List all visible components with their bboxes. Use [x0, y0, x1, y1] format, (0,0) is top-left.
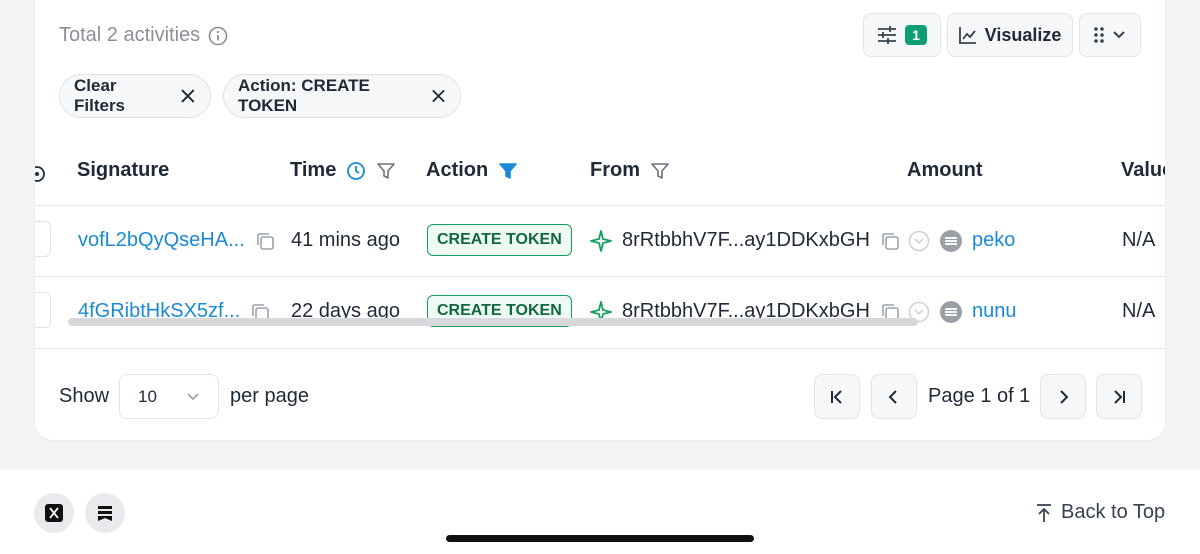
- pagination-bar: Show 10 per page Page 1 of 1: [35, 348, 1165, 419]
- table-row: vofL2bQyQseHA... 41 mins ago CREATE TOKE…: [35, 207, 1165, 277]
- col-signature: Signature: [77, 159, 170, 181]
- amount-cell: peko: [908, 229, 1015, 252]
- col-from: From: [590, 159, 670, 182]
- chevron-right-icon: [1060, 389, 1069, 404]
- sliders-icon: [878, 26, 897, 44]
- copy-icon[interactable]: [255, 231, 275, 251]
- show-label: Show: [59, 385, 110, 407]
- total-activities-label: Total 2 activities: [59, 24, 201, 46]
- signature-link[interactable]: vofL2bQyQseHA...: [78, 229, 245, 252]
- page-footer: Back to Top: [0, 470, 1200, 554]
- value-cell: N/A: [1122, 300, 1156, 322]
- docs-icon: [98, 506, 112, 521]
- row-expand-button[interactable]: [35, 292, 51, 328]
- home-indicator: [446, 535, 754, 542]
- page-indicator: Page 1 of 1: [928, 385, 1031, 407]
- per-page-select[interactable]: 10: [119, 374, 219, 419]
- from-cell: 8rRtbbhV7F...ay1DDKxbGH: [590, 229, 900, 252]
- filter-icon[interactable]: [650, 161, 670, 181]
- sparkle-icon: [590, 229, 612, 252]
- per-page-value: 10: [138, 386, 157, 406]
- table-row: 4fGRibtHkSX5zf... 22 days ago CREATE TOK…: [35, 278, 1165, 348]
- per-page-label: per page: [230, 385, 309, 407]
- chart-icon: [958, 27, 976, 44]
- signature-cell: vofL2bQyQseHA...: [78, 229, 275, 252]
- visualize-button[interactable]: Visualize: [947, 13, 1073, 57]
- close-icon[interactable]: [431, 88, 446, 104]
- x-social-button[interactable]: [34, 493, 74, 533]
- close-icon: [181, 89, 195, 103]
- clear-filters-label: Clear Filters: [74, 76, 126, 115]
- filter-count-badge: 1: [905, 25, 927, 45]
- back-to-top-link[interactable]: Back to Top: [1035, 501, 1165, 524]
- horizontal-scrollbar[interactable]: [68, 318, 918, 326]
- filter-icon[interactable]: [376, 161, 396, 181]
- action-cell: CREATE TOKEN: [427, 224, 572, 256]
- token-link[interactable]: nunu: [972, 300, 1017, 323]
- amount-cell: nunu: [908, 300, 1017, 323]
- filter-settings-button[interactable]: 1: [863, 13, 941, 57]
- col-time: Time: [290, 159, 396, 182]
- chevron-down-icon: [1113, 31, 1125, 39]
- back-to-top-label: Back to Top: [1061, 501, 1166, 523]
- prev-page-button[interactable]: [871, 374, 917, 419]
- chevron-circle-icon: [908, 230, 930, 251]
- col-amount: Amount: [907, 159, 983, 181]
- table-header: Signature Time Action From Amount Value: [35, 140, 1165, 206]
- arrow-up-icon: [1037, 503, 1051, 522]
- eye-icon: [35, 166, 45, 182]
- copy-icon[interactable]: [880, 231, 900, 251]
- first-page-button[interactable]: [814, 374, 860, 419]
- total-activities: Total 2 activities: [59, 24, 228, 47]
- first-page-icon: [831, 389, 842, 404]
- clock-icon[interactable]: [346, 161, 366, 181]
- action-filter-chip[interactable]: Action: CREATE TOKEN: [223, 74, 461, 118]
- visualize-label: Visualize: [984, 24, 1062, 45]
- from-address[interactable]: 8rRtbbhV7F...ay1DDKxbGH: [622, 229, 870, 252]
- grip-icon: [1094, 27, 1104, 43]
- token-link[interactable]: peko: [972, 229, 1015, 252]
- activities-toolbar: Total 2 activities 1 Visualize: [59, 8, 1141, 58]
- time-cell: 41 mins ago: [291, 229, 400, 251]
- action-tag: CREATE TOKEN: [427, 224, 572, 256]
- token-icon: [940, 300, 962, 323]
- x-logo-icon: [45, 504, 63, 522]
- value-cell: N/A: [1122, 229, 1156, 251]
- gitbook-social-button[interactable]: [85, 493, 125, 533]
- column-options-button[interactable]: [1079, 13, 1141, 57]
- chevron-down-icon: [187, 392, 199, 400]
- clear-filters-chip[interactable]: Clear Filters: [59, 74, 211, 118]
- token-icon: [940, 229, 962, 252]
- info-icon[interactable]: [208, 26, 228, 46]
- last-page-icon: [1114, 389, 1125, 404]
- next-page-button[interactable]: [1040, 374, 1086, 419]
- col-action: Action: [426, 159, 518, 182]
- last-page-button[interactable]: [1096, 374, 1142, 419]
- action-filter-label: Action: CREATE TOKEN: [238, 76, 370, 115]
- row-expand-button[interactable]: [35, 221, 51, 257]
- col-value: Value: [1121, 159, 1165, 181]
- chevron-left-icon: [888, 389, 897, 404]
- filter-active-icon[interactable]: [498, 161, 518, 181]
- activities-card: Total 2 activities 1 Visualize Clear Fil…: [35, 0, 1165, 440]
